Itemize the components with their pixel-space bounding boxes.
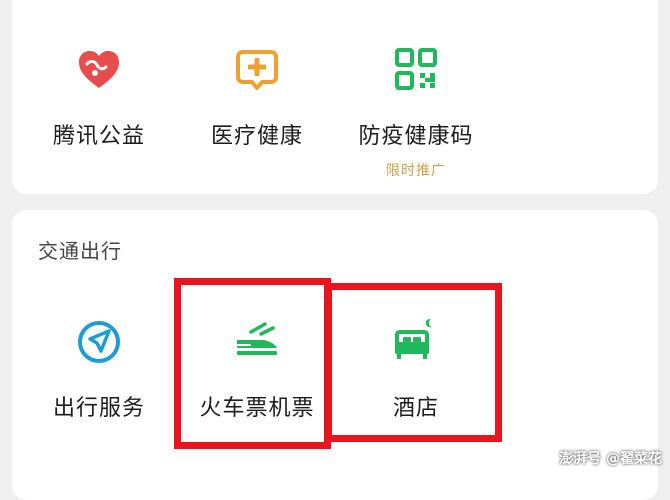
service-label: 防疫健康码 (358, 124, 474, 149)
navigation-arrow-icon (78, 321, 120, 363)
section-title-travel: 交通出行 (38, 239, 122, 263)
service-travel[interactable]: 出行服务 (19, 316, 179, 422)
service-tencent-charity[interactable]: 腾讯公益 (19, 44, 179, 150)
service-label: 腾讯公益 (52, 124, 145, 149)
medical-plus-icon (236, 50, 278, 90)
service-health-code[interactable]: 防疫健康码 限时推广 (336, 44, 496, 180)
highlight-box-train (174, 278, 331, 449)
watermark: 澎湃号 @翟菜花 (559, 451, 662, 467)
highlight-box-hotel (325, 283, 502, 442)
service-label: 医疗健康 (210, 124, 303, 149)
service-label: 出行服务 (52, 396, 145, 421)
promo-badge: 限时推广 (386, 163, 446, 179)
heart-icon (79, 51, 119, 88)
qr-code-icon (395, 48, 437, 90)
service-medical-health[interactable]: 医疗健康 (177, 44, 337, 150)
